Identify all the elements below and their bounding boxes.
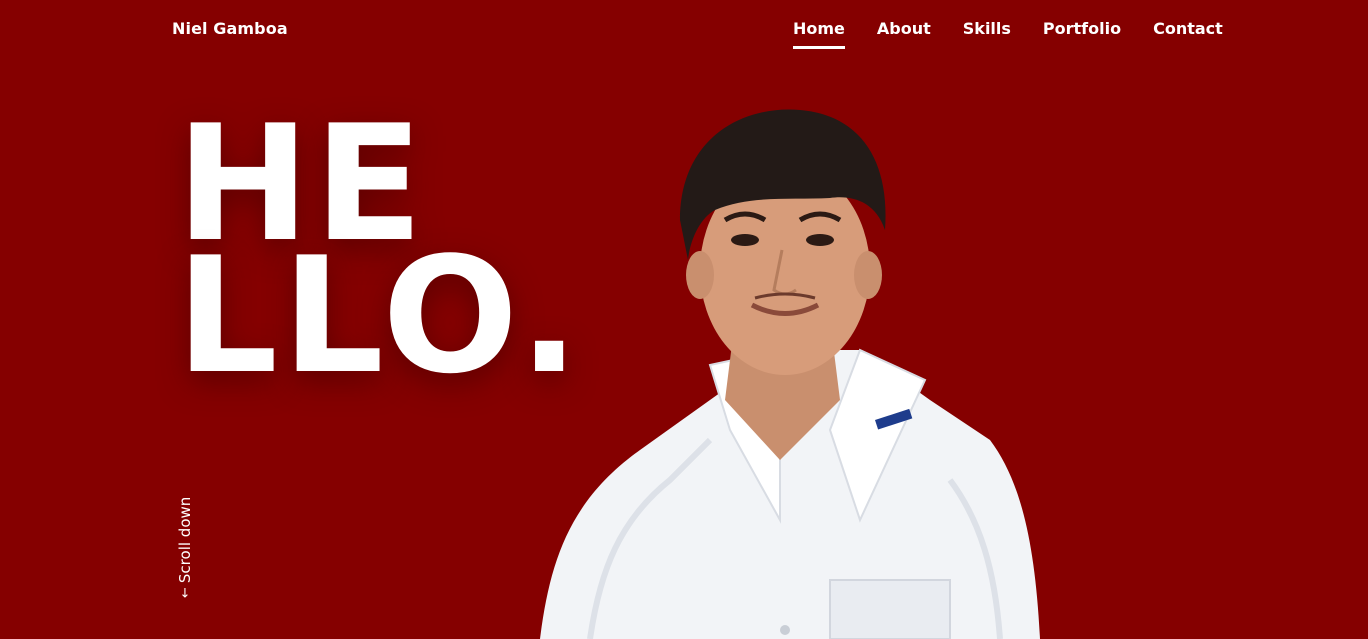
scroll-down-label: Scroll down [176, 496, 194, 584]
hero-heading-line-2: LLO. [176, 222, 584, 409]
brand-logo-link[interactable]: Niel Gamboa [172, 19, 288, 38]
nav-item-contact[interactable]: Contact [1153, 19, 1223, 48]
nav-item-portfolio[interactable]: Portfolio [1043, 19, 1121, 48]
nav-item-about[interactable]: About [877, 19, 931, 48]
arrow-down-icon: ← [177, 587, 193, 598]
nav-item-skills[interactable]: Skills [963, 19, 1011, 48]
main-nav: Home About Skills Portfolio Contact [793, 19, 1223, 49]
portrait-photo [540, 109, 1040, 639]
hero-heading: HE LLO. [176, 104, 584, 409]
nav-item-home[interactable]: Home [793, 19, 845, 49]
hero-page: Niel Gamboa Home About Skills Portfolio … [0, 0, 1368, 639]
scroll-down-link[interactable]: ← Scroll down [176, 497, 194, 598]
